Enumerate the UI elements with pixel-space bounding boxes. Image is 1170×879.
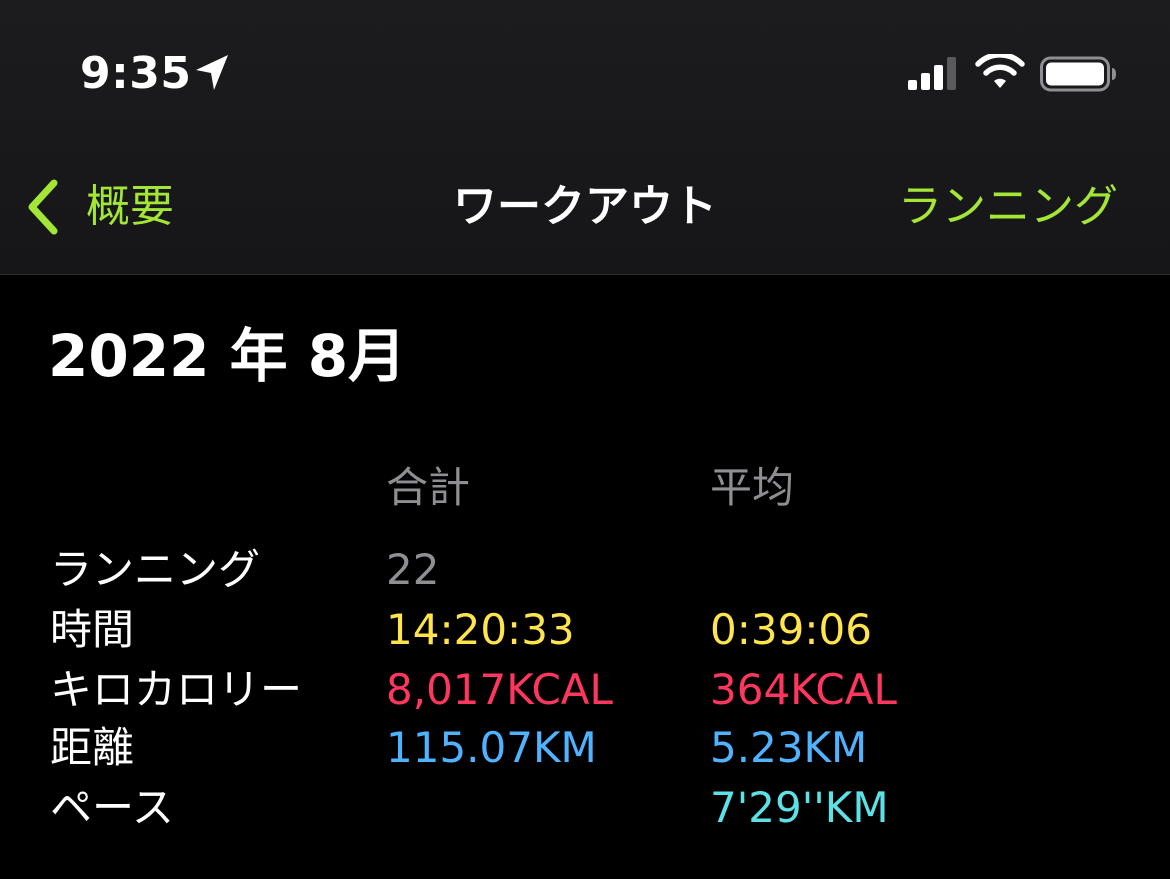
back-button[interactable]: 概要: [24, 172, 174, 242]
runs-total: 22: [386, 545, 440, 594]
navigation-header: 9:35 概要 ワークアウト ランニング: [0, 0, 1170, 275]
time-label: 時間: [50, 605, 135, 654]
workout-type-button[interactable]: ランニング: [898, 172, 1118, 242]
cellular-signal-icon: [908, 57, 956, 90]
battery-icon: [1040, 56, 1116, 92]
pace-label: ペース: [50, 783, 174, 832]
total-column-header: 合計: [386, 463, 471, 512]
time-total: 14:20:33: [386, 605, 575, 654]
calories-label: キロカロリー: [50, 665, 303, 714]
chevron-left-icon: [28, 179, 58, 235]
runs-label: ランニング: [50, 545, 261, 594]
distance-total: 115.07KM: [386, 723, 597, 772]
status-time: 9:35: [80, 48, 192, 99]
average-column-header: 平均: [710, 463, 795, 512]
calories-total: 8,017KCAL: [386, 665, 613, 714]
back-button-label: 概要: [86, 181, 174, 232]
calories-average: 364KCAL: [710, 665, 897, 714]
wifi-icon: [975, 54, 1025, 88]
distance-average: 5.23KM: [710, 723, 868, 772]
location-arrow-icon: [196, 55, 228, 90]
time-average: 0:39:06: [710, 605, 872, 654]
month-heading: 2022 年 8月: [48, 322, 407, 390]
distance-label: 距離: [50, 723, 135, 772]
pace-average: 7'29''KM: [710, 783, 889, 832]
